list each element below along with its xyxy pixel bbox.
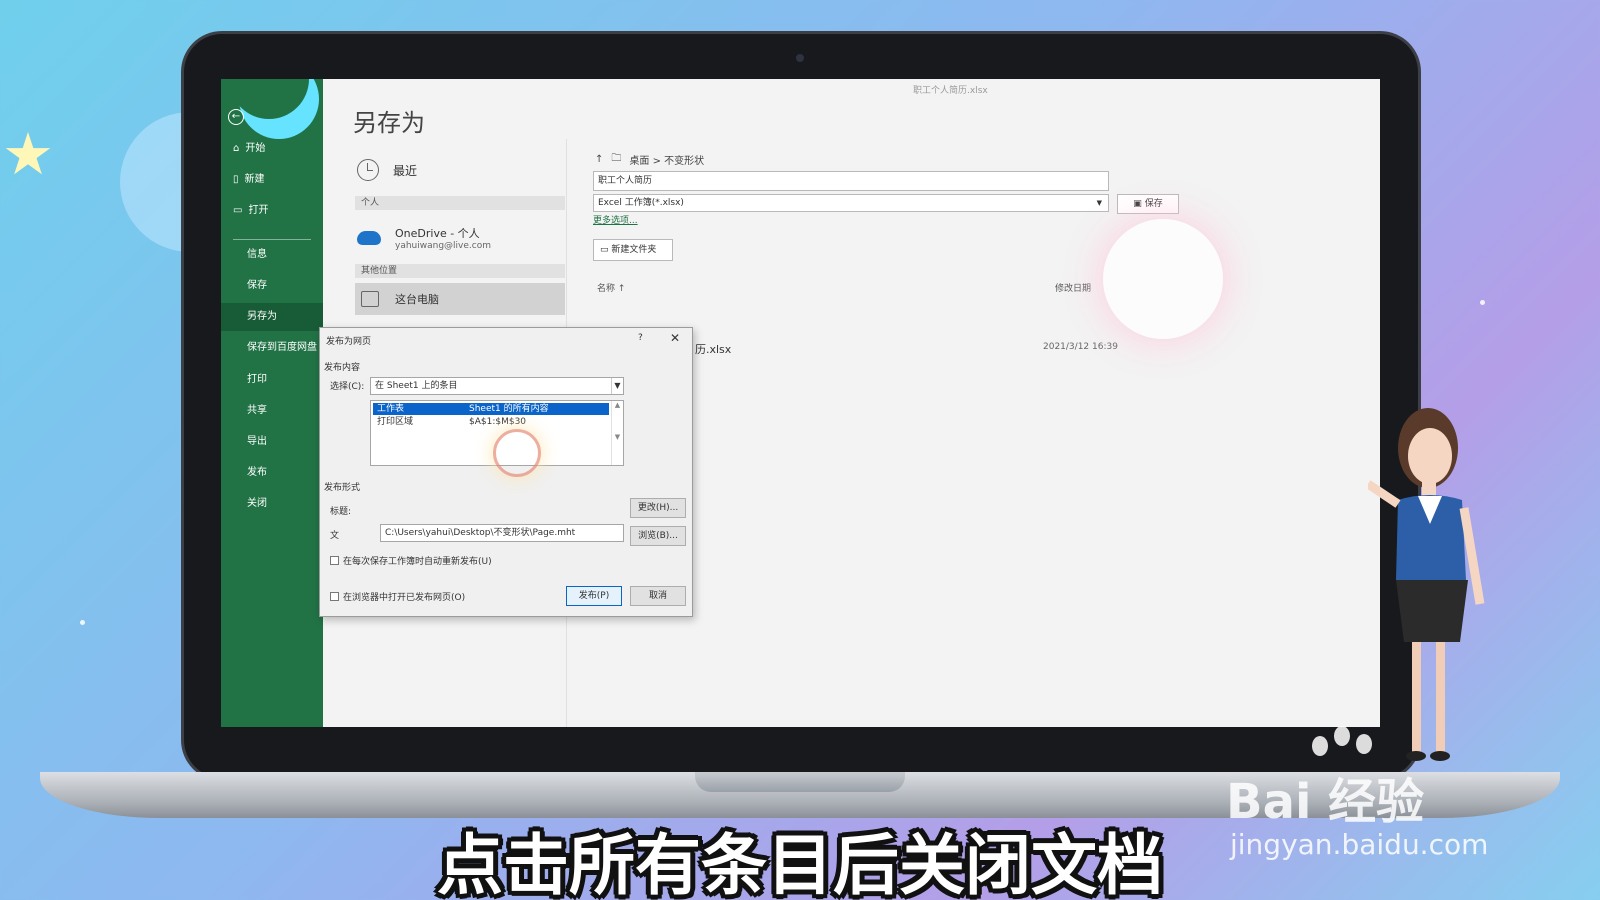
video-subtitle: 点击所有条目后关闭文档 [437, 827, 1163, 900]
more-options-link[interactable]: 更多选项... [593, 213, 638, 226]
dialog-title: 发布为网页 [326, 337, 372, 347]
list-item[interactable]: 打印区域 $A$1:$M$30 [373, 416, 609, 428]
click-highlight [493, 429, 541, 477]
filename-input[interactable]: 职工个人简历 [593, 171, 1109, 191]
publish-item-select[interactable]: 在 Sheet1 上的条目 ▼ [370, 377, 624, 395]
new-folder-icon: ▭ [600, 245, 609, 255]
file-item-date: 2021/3/12 16:39 [1043, 342, 1118, 352]
nav-save[interactable]: 保存 [221, 272, 323, 300]
breadcrumb[interactable]: ↑ 🗀 桌面 > 不变形状 [595, 151, 704, 168]
change-title-button[interactable]: 更改(H)... [630, 498, 686, 518]
open-in-browser-checkbox[interactable]: 在浏览器中打开已发布网页(O) [330, 590, 465, 603]
onedrive-email: yahuiwang@live.com [395, 241, 491, 251]
laptop-camera [796, 54, 804, 62]
chevron-down-icon: ▼ [611, 378, 623, 394]
nav-open[interactable]: ▭ 打开 [221, 197, 323, 225]
star-decoration: ★ [2, 120, 54, 188]
save-icon: ▣ [1133, 199, 1142, 209]
folder-icon: 🗀 [611, 153, 622, 164]
document-title: 职工个人简历.xlsx [913, 86, 988, 96]
nav-divider [233, 239, 311, 240]
location-recent[interactable]: 最近 [357, 159, 417, 181]
nav-share[interactable]: 共享 [221, 397, 323, 425]
folder-open-icon: ▭ [233, 205, 243, 216]
up-arrow-icon[interactable]: ↑ [595, 154, 603, 165]
page-title: 另存为 [353, 109, 425, 137]
column-date-header[interactable]: 修改日期 [1055, 281, 1091, 294]
nav-save-baidu[interactable]: 保存到百度网盘 [221, 334, 323, 362]
checkbox[interactable] [330, 556, 339, 565]
list-scrollbar[interactable]: ▲ ▼ [611, 401, 623, 465]
chevron-down-icon: ▼ [1096, 199, 1102, 207]
other-locations-header: 其他位置 [355, 264, 565, 278]
autorepublish-checkbox[interactable]: 在每次保存工作簿时自动重新发布(U) [330, 554, 492, 567]
clock-icon [357, 159, 379, 181]
publish-format-section: 发布形式 [324, 483, 361, 493]
baidu-paw-logo [1356, 734, 1372, 754]
list-item[interactable]: 工作表 Sheet1 的所有内容 [373, 403, 609, 415]
sparkle [1480, 300, 1485, 305]
backstage-sidebar: ← ⌂ 开始 ▯ 新建 ▭ 打开 信息 保存 另存为 保存到百度网盘 打印 共享 导出… [221, 79, 323, 727]
presenter-avatar [1368, 408, 1485, 761]
file-item-name[interactable]: 历.xlsx [695, 341, 731, 357]
nav-export[interactable]: 导出 [221, 428, 323, 456]
checkbox[interactable] [330, 592, 339, 601]
baidu-paw-logo [1312, 736, 1328, 756]
sparkle [80, 620, 85, 625]
back-arrow-icon[interactable]: ← [228, 109, 244, 125]
title-label: 标题: [330, 507, 352, 517]
new-folder-button[interactable]: ▭ 新建文件夹 [593, 239, 673, 261]
home-icon: ⌂ [233, 143, 240, 154]
nav-print[interactable]: 打印 [221, 366, 323, 394]
close-icon[interactable]: ✕ [670, 331, 680, 345]
nav-new[interactable]: ▯ 新建 [221, 166, 323, 194]
location-onedrive[interactable]: OneDrive - 个人 yahuiwang@live.com [357, 225, 491, 251]
publish-content-section: 发布内容 [324, 363, 361, 373]
nav-info[interactable]: 信息 [221, 241, 323, 269]
location-this-pc[interactable]: 这台电脑 [355, 283, 565, 315]
select-label: 选择(C): [330, 382, 365, 392]
moon-decoration [1103, 219, 1223, 339]
help-button[interactable]: ? [638, 333, 643, 343]
cancel-button[interactable]: 取消 [630, 586, 686, 606]
laptop-notch [695, 772, 905, 792]
baidu-paw-logo [1334, 726, 1350, 746]
cloud-icon [357, 231, 381, 245]
publish-path-input[interactable]: C:\Users\yahui\Desktop\不变形状\Page.mht [380, 524, 624, 542]
nav-publish[interactable]: 发布 [221, 459, 323, 487]
nav-saveas[interactable]: 另存为 [221, 303, 323, 331]
filename-label: 文 [330, 531, 340, 541]
nav-home[interactable]: ⌂ 开始 [221, 135, 323, 163]
excel-window: ← ⌂ 开始 ▯ 新建 ▭ 打开 信息 保存 另存为 保存到百度网盘 打印 共享 导出… [221, 79, 1380, 727]
column-name-header[interactable]: 名称 ↑ [597, 281, 625, 294]
computer-icon [361, 291, 379, 307]
browse-button[interactable]: 浏览(B)... [630, 526, 686, 546]
filetype-select[interactable]: Excel 工作簿(*.xlsx) ▼ [593, 194, 1109, 212]
nav-close[interactable]: 关闭 [221, 490, 323, 518]
personal-header: 个人 [355, 196, 565, 210]
onedrive-name: OneDrive - 个人 [395, 227, 480, 240]
new-file-icon: ▯ [233, 174, 239, 185]
save-button[interactable]: ▣ 保存 [1117, 194, 1179, 214]
publish-button[interactable]: 发布(P) [566, 586, 622, 606]
